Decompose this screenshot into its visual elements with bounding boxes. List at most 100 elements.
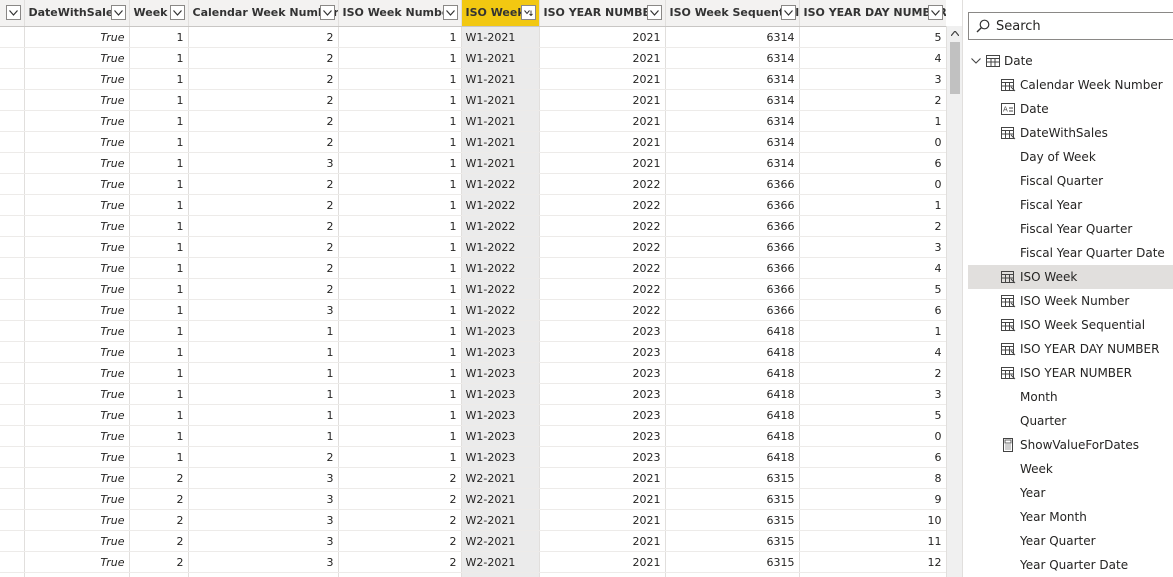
table-cell[interactable] [0,341,25,363]
table-cell[interactable] [0,68,25,90]
table-cell[interactable]: 2 [129,572,189,577]
table-cell[interactable]: 6366 [665,278,800,300]
table-cell[interactable]: 2021 [539,26,666,48]
table-cell[interactable]: 2 [188,131,339,153]
table-cell[interactable]: 1 [129,236,189,258]
table-cell[interactable]: 6418 [665,404,800,426]
table-row[interactable]: True 1 2 1 W1-2021 2021 6314 0 [0,131,946,153]
table-cell[interactable]: W2-2021 [461,551,540,573]
table-cell[interactable]: 3 [188,530,339,552]
column-header[interactable]: ISO Week Number [338,0,462,27]
table-cell[interactable]: 3 [188,299,339,321]
table-cell[interactable]: 2 [799,215,946,237]
table-cell[interactable]: 2 [188,68,339,90]
table-cell[interactable]: 2 [338,551,462,573]
field-item[interactable]: Year [968,481,1173,505]
table-cell[interactable]: W1-2021 [461,152,540,174]
table-cell[interactable]: 5 [799,278,946,300]
table-cell[interactable]: 1 [799,194,946,216]
table-cell[interactable]: True [24,530,130,552]
scrollbar-thumb[interactable] [950,42,960,94]
table-cell[interactable]: W1-2022 [461,299,540,321]
table-cell[interactable]: 1 [129,47,189,69]
field-item[interactable]: Day of Week [968,145,1173,169]
table-cell[interactable]: 1 [129,68,189,90]
table-cell[interactable]: 2 [338,488,462,510]
table-row[interactable]: True 1 2 1 W1-2021 2021 6314 3 [0,68,946,90]
table-cell[interactable]: 2 [338,572,462,577]
table-cell[interactable]: 6314 [665,89,800,111]
filter-dropdown-icon[interactable] [5,5,21,20]
table-cell[interactable]: True [24,26,130,48]
search-box[interactable] [968,12,1173,40]
table-cell[interactable]: 0 [799,131,946,153]
table-cell[interactable] [0,110,25,132]
table-cell[interactable]: W1-2023 [461,320,540,342]
table-cell[interactable]: W2-2021 [461,509,540,531]
table-cell[interactable]: W1-2023 [461,404,540,426]
field-item[interactable]: Fiscal Year [968,193,1173,217]
table-cell[interactable]: 1 [338,110,462,132]
table-cell[interactable]: 0 [799,173,946,195]
table-cell[interactable] [0,320,25,342]
table-row[interactable]: True 1 2 1 W1-2022 2022 6366 2 [0,215,946,237]
table-cell[interactable]: W1-2023 [461,362,540,384]
table-cell[interactable]: 6366 [665,194,800,216]
table-cell[interactable]: 2 [188,89,339,111]
table-cell[interactable]: 2021 [539,89,666,111]
column-header[interactable]: Week [129,0,189,27]
table-cell[interactable] [0,257,25,279]
table-cell[interactable]: W1-2022 [461,173,540,195]
table-cell[interactable]: 6 [799,152,946,174]
table-cell[interactable]: W1-2021 [461,110,540,132]
table-cell[interactable]: 1 [129,425,189,447]
table-cell[interactable]: 1 [799,110,946,132]
table-cell[interactable]: True [24,341,130,363]
table-cell[interactable]: 6314 [665,47,800,69]
table-cell[interactable]: 1 [338,404,462,426]
table-cell[interactable]: 1 [129,404,189,426]
filter-dropdown-icon[interactable] [442,5,458,20]
table-cell[interactable]: 3 [188,488,339,510]
table-cell[interactable]: 2 [799,362,946,384]
table-cell[interactable]: True [24,236,130,258]
table-cell[interactable]: 2 [129,488,189,510]
table-cell[interactable]: 10 [799,509,946,531]
field-item[interactable]: Month [968,385,1173,409]
table-cell[interactable]: 6 [799,446,946,468]
table-cell[interactable]: True [24,68,130,90]
table-cell[interactable]: 5 [799,26,946,48]
table-cell[interactable]: 2021 [539,47,666,69]
table-cell[interactable]: W1-2021 [461,68,540,90]
table-cell[interactable]: 2023 [539,446,666,468]
table-row[interactable]: True 1 1 1 W1-2023 2023 6418 1 [0,320,946,342]
vertical-scrollbar[interactable] [946,26,962,577]
table-cell[interactable]: 1 [338,257,462,279]
column-header[interactable]: ISO Week Sequential [665,0,800,27]
table-cell[interactable] [0,404,25,426]
table-cell[interactable]: 2021 [539,110,666,132]
table-row[interactable]: True232W2-20212021631513 [0,572,946,577]
table-cell[interactable]: True [24,131,130,153]
table-cell[interactable]: 3 [799,68,946,90]
table-cell[interactable]: 2 [188,257,339,279]
scroll-up-arrow-icon[interactable] [947,26,963,40]
table-cell[interactable]: W1-2023 [461,341,540,363]
table-cell[interactable]: 6418 [665,383,800,405]
table-cell[interactable]: 3 [188,509,339,531]
table-cell[interactable]: 1 [129,383,189,405]
table-cell[interactable]: 3 [188,152,339,174]
table-cell[interactable]: W2-2021 [461,530,540,552]
table-row[interactable]: True 1 2 1 W1-2022 2022 6366 0 [0,173,946,195]
table-cell[interactable]: 1 [129,131,189,153]
table-cell[interactable]: 1 [188,425,339,447]
table-cell[interactable]: W1-2021 [461,131,540,153]
table-cell[interactable] [0,194,25,216]
sort-filter-icon[interactable] [520,5,536,20]
table-cell[interactable]: 0 [799,425,946,447]
field-item[interactable]: Fiscal Quarter [968,169,1173,193]
table-cell[interactable]: 2 [188,194,339,216]
table-cell[interactable] [0,488,25,510]
table-cell[interactable]: True [24,383,130,405]
table-cell[interactable]: W1-2022 [461,215,540,237]
